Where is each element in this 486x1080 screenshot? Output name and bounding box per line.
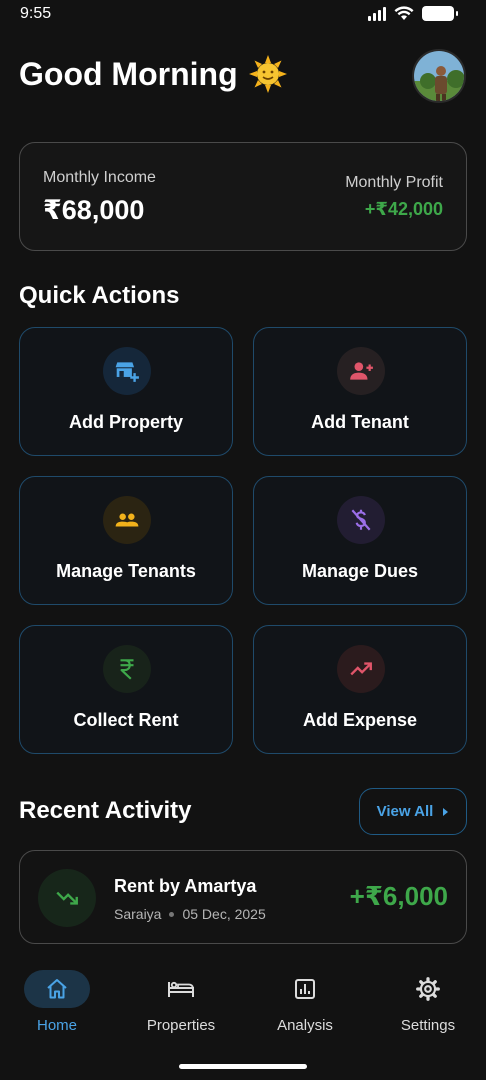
manage-tenants-label: Manage Tenants [56,561,196,581]
recent-activity-title: Recent Activity [19,797,192,824]
status-bar: 9:55 [0,0,486,30]
gear-icon [395,970,461,1008]
nav-item-settings[interactable]: Settings [368,970,486,1034]
add-tenant-button[interactable]: Add Tenant [253,327,467,456]
trending-up-icon [337,645,385,693]
nav-label-home: Home [36,1017,77,1034]
view-all-label: View All [376,803,434,820]
nav-label-properties: Properties [146,1017,216,1034]
manage-tenants-button[interactable]: Manage Tenants [19,476,233,605]
nav-item-analysis[interactable]: Analysis [245,970,365,1034]
manage-dues-label: Manage Dues [301,561,419,581]
add-tenant-label: Add Tenant [311,412,409,432]
sun-emoji-icon [248,55,287,93]
separator-dot [169,911,175,917]
rupee-icon [103,645,151,693]
add-expense-button[interactable]: Add Expense [253,625,467,754]
activity-amount: +₹6,000 [349,881,448,911]
activity-meta: Saraiya 05 Dec, 2025 [114,906,266,922]
greeting-heading: Good Morning [19,54,288,94]
activity-date: 05 Dec, 2025 [182,906,266,922]
home-indicator[interactable] [179,1064,307,1069]
cellular-signal-icon [368,6,386,21]
status-time: 9:55 [20,5,52,22]
person-add-icon [337,347,385,395]
profile-avatar[interactable] [412,49,466,103]
activity-property: Saraiya [114,906,162,922]
battery-icon [422,6,458,21]
view-all-button[interactable]: View All [359,788,467,835]
activity-list-item[interactable]: Rent by Amartya Saraiya 05 Dec, 2025 +₹6… [19,850,467,944]
add-store-icon [103,347,151,395]
monthly-summary-card: Monthly Income ₹68,000 Monthly Profit +₹… [19,142,467,251]
nav-item-properties[interactable]: Properties [121,970,241,1034]
nav-label-analysis: Analysis [277,1017,333,1034]
collect-rent-button[interactable]: Collect Rent [19,625,233,754]
bed-icon [148,970,214,1008]
add-expense-label: Add Expense [302,710,418,730]
monthly-profit-value: +₹42,000 [364,199,443,219]
group-icon [103,496,151,544]
status-icons [368,6,458,21]
chevron-right-icon [443,807,449,816]
greeting-text: Good Morning [19,55,238,92]
trending-down-icon [38,869,96,927]
monthly-income-label: Monthly Income [43,169,156,186]
nav-item-home[interactable]: Home [0,970,117,1034]
add-property-button[interactable]: Add Property [19,327,233,456]
manage-dues-button[interactable]: Manage Dues [253,476,467,605]
nav-label-settings: Settings [400,1017,456,1034]
user-avatar-icon [414,51,464,101]
quick-actions-title: Quick Actions [19,282,180,309]
monthly-income-value: ₹68,000 [43,195,145,225]
analytics-icon [272,970,338,1008]
wifi-icon [394,6,414,20]
bottom-navigation: Home Properties Analysis Settings [0,958,486,1080]
money-off-icon [337,496,385,544]
collect-rent-label: Collect Rent [73,710,179,730]
home-icon [24,970,90,1008]
add-property-label: Add Property [68,412,183,432]
monthly-profit-label: Monthly Profit [345,174,443,191]
activity-title: Rent by Amartya [114,876,257,896]
